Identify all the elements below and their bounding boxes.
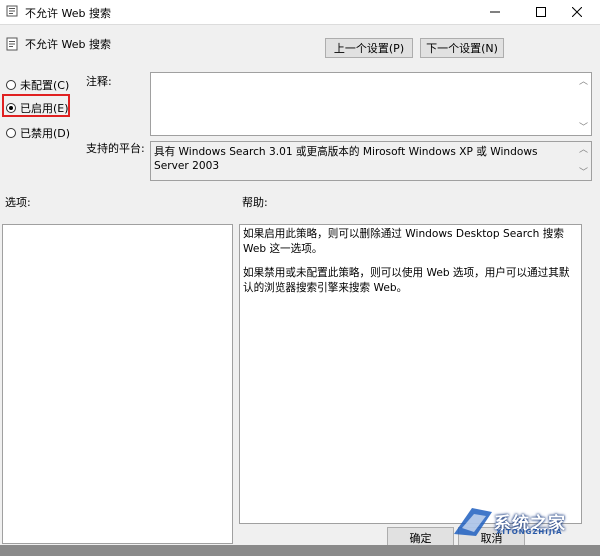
radio-label: 已禁用(D) xyxy=(20,127,71,140)
options-pane xyxy=(2,224,233,544)
radio-circle[interactable] xyxy=(6,80,16,90)
comment-textarea[interactable]: ︿ ﹀ xyxy=(150,72,592,136)
bottom-strip xyxy=(0,545,600,556)
help-label: 帮助: xyxy=(242,196,268,209)
window-title: 不允许 Web 搜索 xyxy=(25,7,111,20)
next-setting-button[interactable]: 下一个设置(N) xyxy=(420,38,504,58)
title-bar: 不允许 Web 搜索 xyxy=(0,0,600,25)
watermark-subtext: XITONGZHIJIA xyxy=(496,528,563,536)
help-paragraph-1: 如果启用此策略，则可以删除通过 Windows Desktop Search 搜… xyxy=(243,228,564,255)
policy-name: 不允许 Web 搜索 xyxy=(25,38,111,51)
scroll-down-icon[interactable]: ﹀ xyxy=(579,168,588,178)
close-button[interactable] xyxy=(554,0,600,24)
platform-text: 具有 Windows Search 3.01 或更高版本的 Mirosoft W… xyxy=(154,146,538,172)
scroll-up-icon[interactable]: ︿ xyxy=(579,77,588,87)
watermark-logo-icon xyxy=(454,508,492,536)
minimize-button[interactable] xyxy=(472,0,518,24)
watermark: 系统之家 XITONGZHIJIA xyxy=(452,498,600,544)
minimize-icon xyxy=(490,11,500,13)
red-highlight-box xyxy=(2,94,70,117)
scroll-up-icon[interactable]: ︿ xyxy=(579,145,588,155)
options-label: 选项: xyxy=(5,196,31,209)
comment-label: 注释: xyxy=(86,75,112,88)
platform-label: 支持的平台: xyxy=(86,142,145,155)
help-paragraph-2: 如果禁用或未配置此策略，则可以使用 Web 选项，用户可以通过其默认的浏览器搜索… xyxy=(243,267,570,294)
scroll-down-icon[interactable]: ﹀ xyxy=(579,123,588,133)
previous-setting-button[interactable]: 上一个设置(P) xyxy=(325,38,413,58)
policy-setting-icon xyxy=(6,37,18,51)
close-icon xyxy=(572,7,582,17)
help-text: 如果启用此策略，则可以删除通过 Windows Desktop Search 搜… xyxy=(243,227,576,305)
radio-disabled[interactable]: 已禁用(D) xyxy=(6,125,70,141)
maximize-icon xyxy=(536,7,546,17)
radio-circle[interactable] xyxy=(6,128,16,138)
radio-label: 未配置(C) xyxy=(20,79,70,92)
policy-icon xyxy=(6,5,18,17)
radio-not-configured[interactable]: 未配置(C) xyxy=(6,77,69,93)
